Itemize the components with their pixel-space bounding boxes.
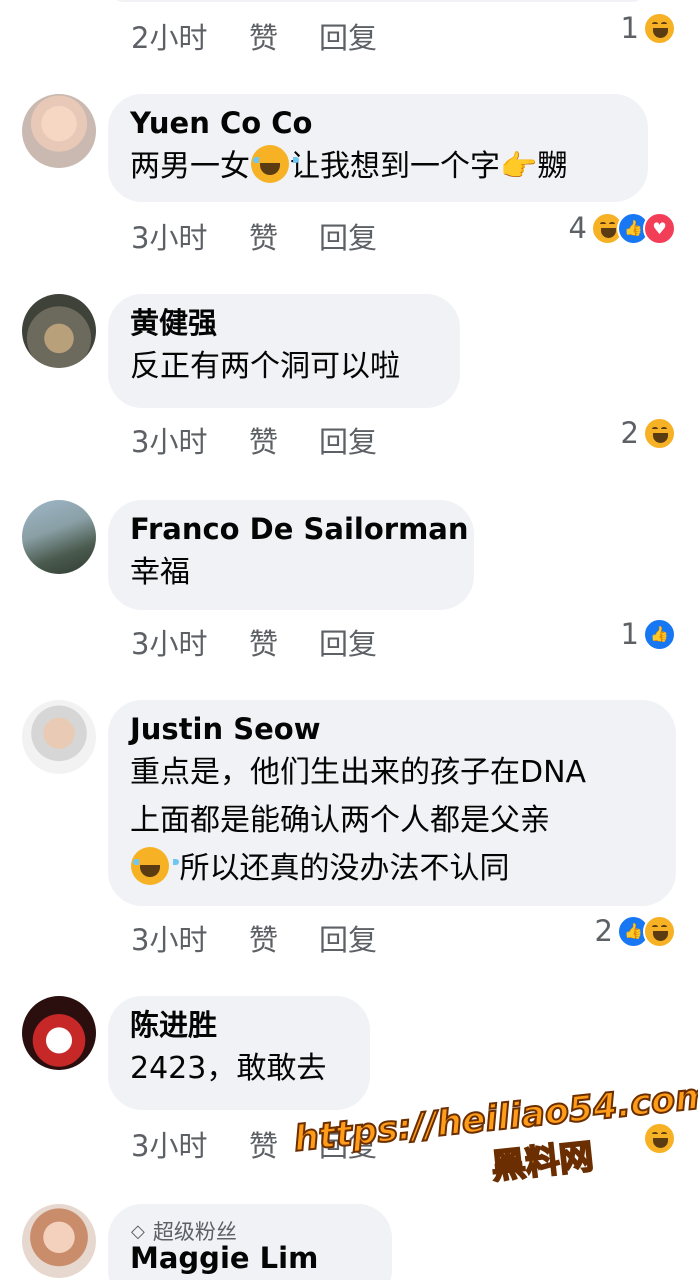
comment-text-line: 重点是，他们生出来的孩子在DNA — [130, 755, 587, 790]
comment-time: 3小时 — [131, 1129, 208, 1163]
like-button[interactable]: 赞 — [249, 215, 319, 257]
reply-button[interactable]: 回复 — [319, 621, 409, 663]
reaction-count: 4 — [568, 211, 587, 245]
comment-text-part: 让我想到一个字 — [290, 149, 500, 184]
avatar[interactable] — [22, 700, 96, 774]
reaction-count: 1 — [620, 11, 639, 45]
comment-time: 3小时 — [131, 425, 208, 459]
avatar[interactable] — [22, 294, 96, 368]
love-reaction-icon: ♥ — [643, 211, 676, 245]
like-reaction-icon: 👍 — [643, 617, 676, 651]
comment-bubble: Justin Seow 重点是，他们生出来的孩子在DNA 上面都是能确认两个人都… — [108, 700, 676, 906]
haha-reaction-icon — [643, 416, 676, 450]
comment-meta: 2小时 赞 回复 — [131, 16, 409, 56]
reaction-summary[interactable]: 4 👍 ♥ — [569, 208, 676, 248]
comment-text-line: 所以还真的没办法不认同 — [130, 845, 654, 893]
reply-button[interactable]: 回复 — [319, 215, 409, 257]
comment-bubble: 黄健强 反正有两个洞可以啦 — [108, 294, 460, 408]
reply-button[interactable]: 回复 — [319, 917, 409, 959]
comment-time: 3小时 — [131, 221, 208, 255]
comment-text-part: 嬲 — [537, 149, 568, 184]
comment-text-part: 所以还真的没办法不认同 — [170, 851, 510, 886]
previous-comment-bubble — [108, 0, 648, 2]
comment-bubble: 陈进胜 2423，敢敢去 — [108, 996, 370, 1110]
comment-time: 3小时 — [131, 627, 208, 661]
comment-text-line: 上面都是能确认两个人都是父亲 — [130, 803, 550, 838]
comment-meta: 3小时 赞 回复 — [131, 216, 409, 256]
comment-text: 两男一女 让我想到一个字👉嬲 — [130, 143, 626, 191]
comment-bubble: Franco De Sailorman 幸福 — [108, 500, 474, 610]
laughing-tears-emoji-icon — [251, 145, 299, 183]
comment-meta: 3小时 赞 回复 — [131, 918, 409, 958]
reaction-summary[interactable]: 2 👍 — [595, 911, 676, 951]
reaction-summary[interactable]: 1 — [621, 8, 676, 48]
reaction-count: 2 — [620, 416, 639, 450]
pointing-hand-emoji-icon: 👉 — [500, 149, 538, 184]
laughing-tears-emoji-icon — [131, 847, 179, 885]
reply-button[interactable]: 回复 — [319, 419, 409, 461]
haha-reaction-icon — [643, 914, 676, 948]
avatar[interactable] — [22, 996, 96, 1070]
reaction-summary[interactable]: 2 — [621, 413, 676, 453]
avatar[interactable] — [22, 500, 96, 574]
like-button[interactable]: 赞 — [249, 15, 319, 57]
like-button[interactable]: 赞 — [249, 419, 319, 461]
comment-text: 幸福 — [130, 555, 190, 590]
reaction-count: 2 — [594, 914, 613, 948]
comment-bubble: Yuen Co Co 两男一女 让我想到一个字👉嬲 — [108, 94, 648, 202]
commenter-name[interactable]: Franco De Sailorman — [130, 509, 469, 549]
comment-meta: 3小时 赞 回复 — [131, 420, 409, 460]
reaction-count: 1 — [620, 617, 639, 651]
comment-text: 反正有两个洞可以啦 — [130, 349, 400, 384]
avatar[interactable] — [22, 94, 96, 168]
commenter-name[interactable]: 陈进胜 — [130, 1005, 348, 1045]
commenter-name[interactable]: Justin Seow — [130, 709, 654, 749]
reply-button[interactable]: 回复 — [319, 15, 409, 57]
comment-time: 2小时 — [131, 21, 208, 55]
like-button[interactable]: 赞 — [249, 917, 319, 959]
commenter-name[interactable]: Maggie Lim — [130, 1238, 370, 1278]
comment-meta: 3小时 赞 回复 — [131, 622, 409, 662]
like-button[interactable]: 赞 — [249, 621, 319, 663]
avatar[interactable] — [22, 1204, 96, 1278]
reaction-summary[interactable]: 1 👍 — [621, 614, 676, 654]
commenter-name[interactable]: 黄健强 — [130, 303, 438, 343]
commenter-name-row: Maggie Lim — [108, 1238, 392, 1280]
comment-text: 2423，敢敢去 — [130, 1051, 327, 1086]
haha-reaction-icon — [643, 11, 676, 45]
comment-text-part: 两男一女 — [130, 149, 250, 184]
comment-time: 3小时 — [131, 923, 208, 957]
commenter-name[interactable]: Yuen Co Co — [130, 103, 626, 143]
